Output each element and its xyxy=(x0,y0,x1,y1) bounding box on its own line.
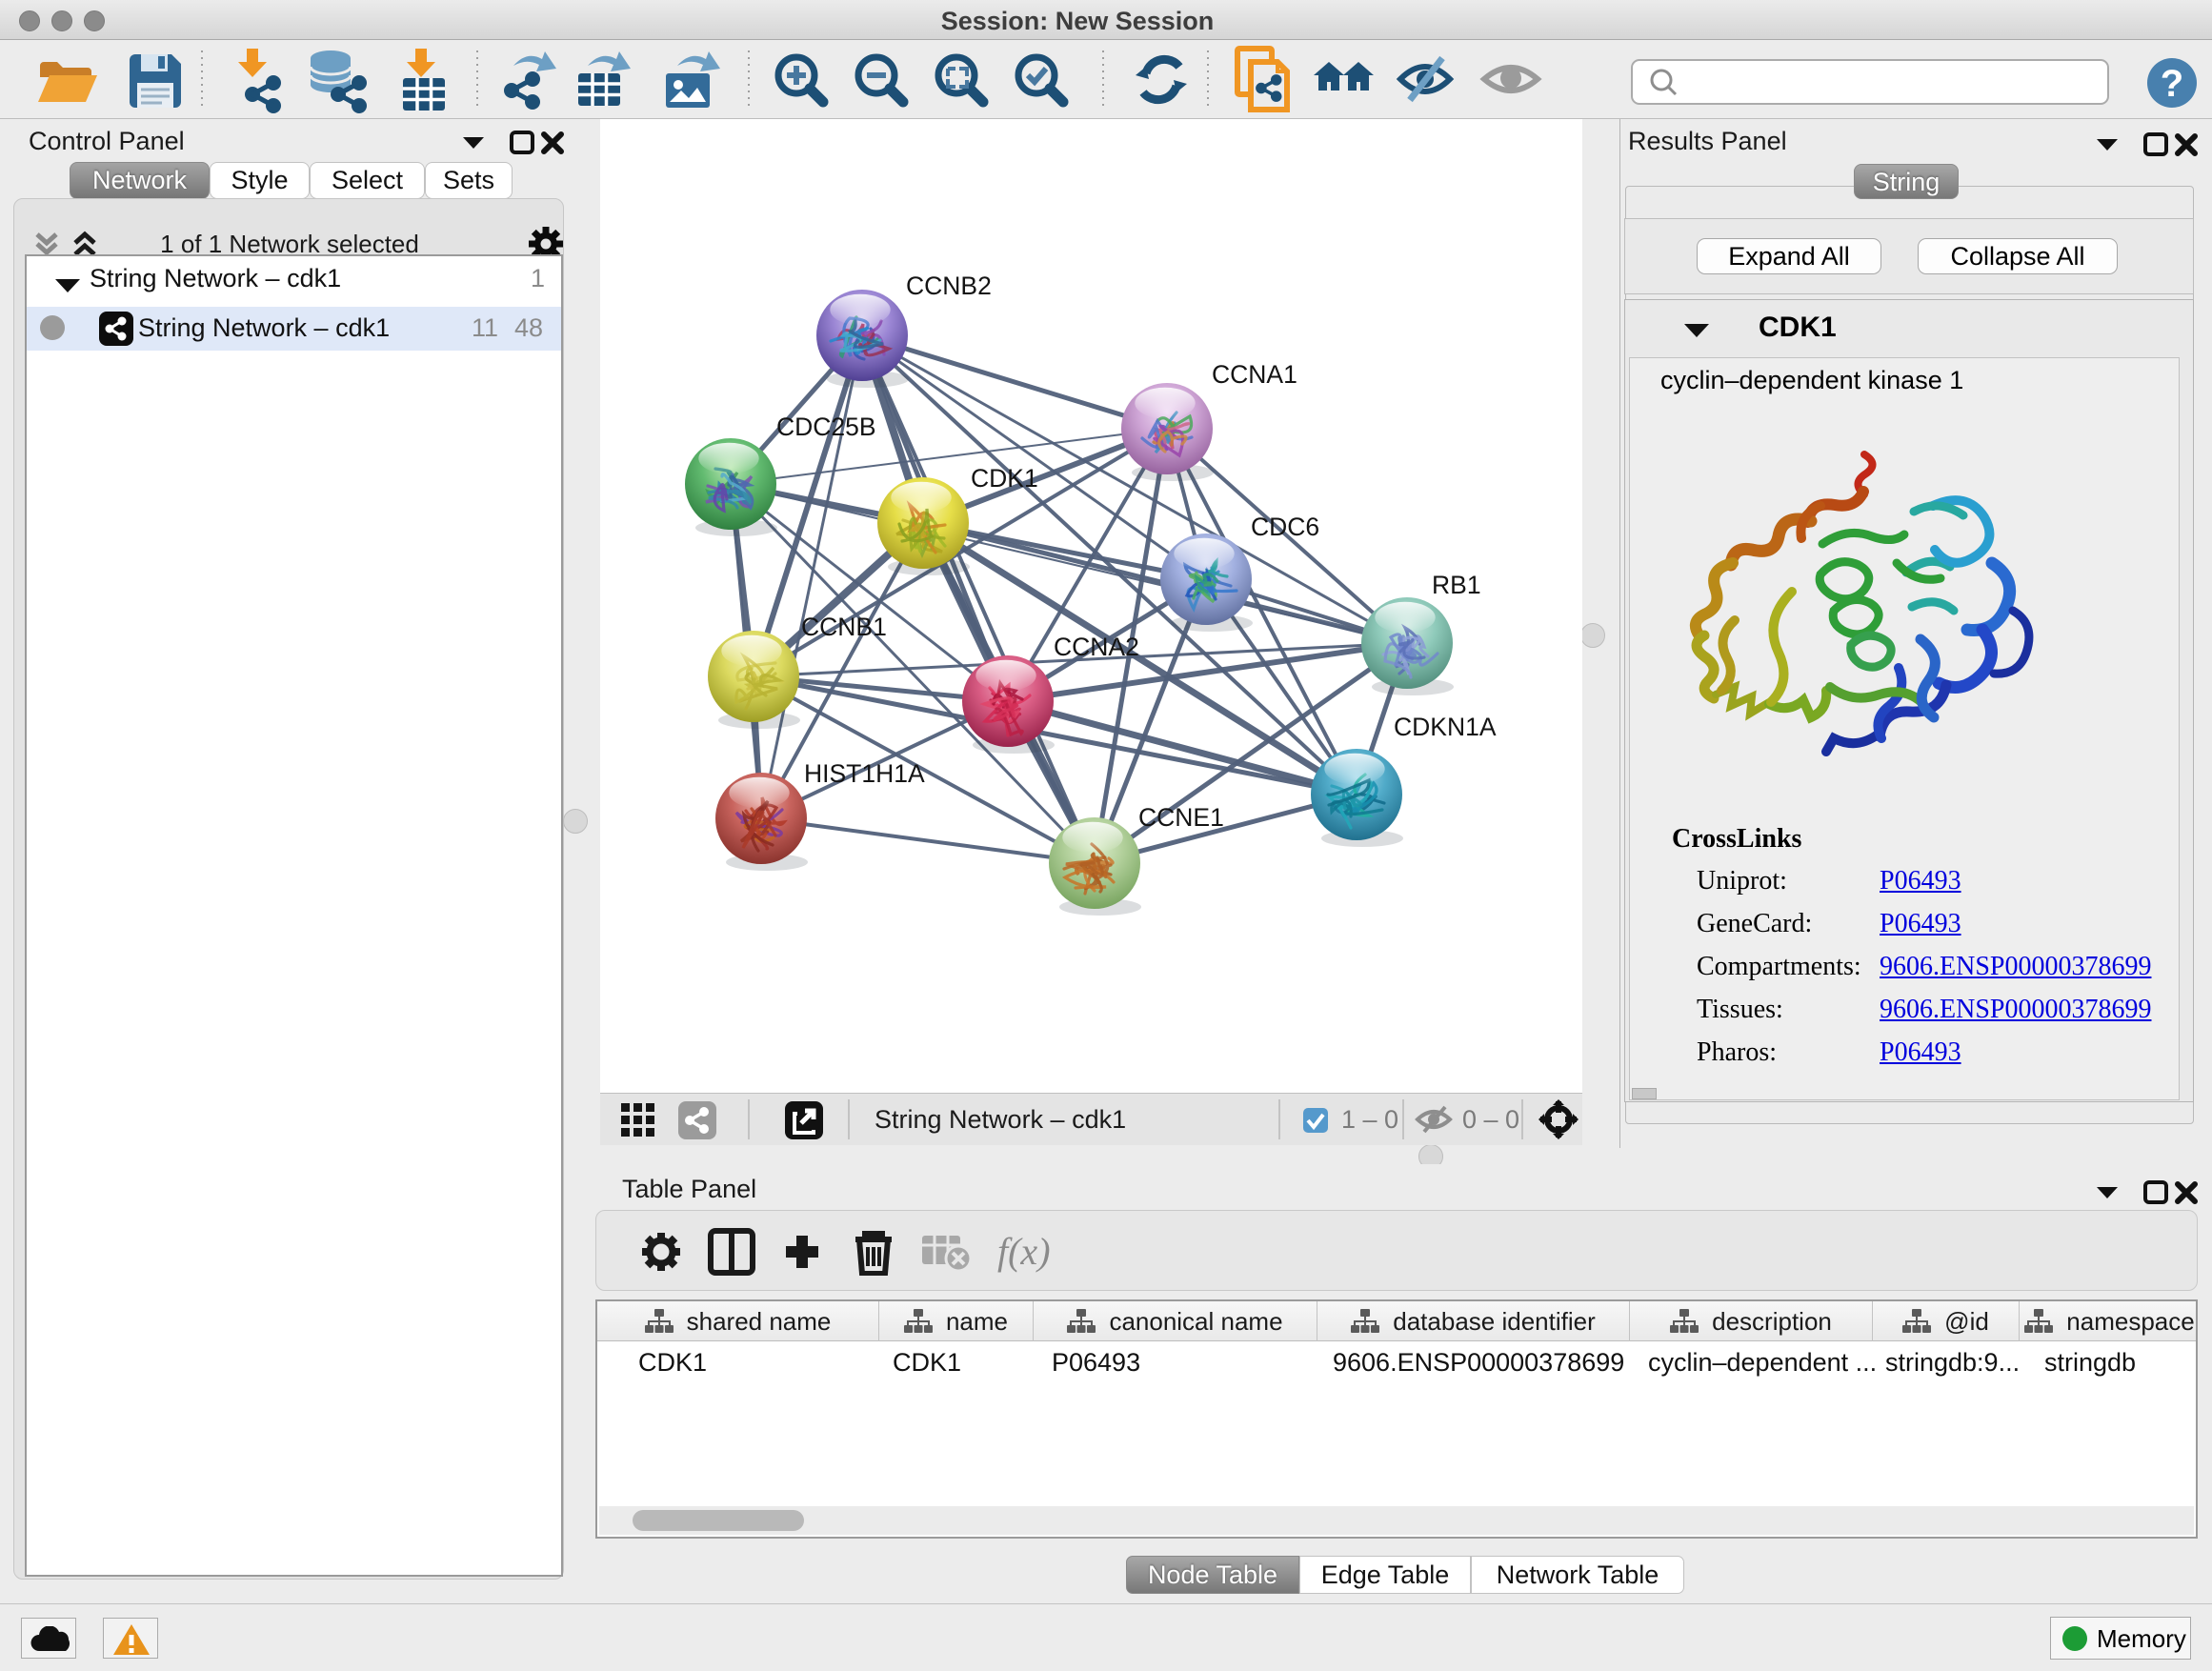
svg-text:CCNB2: CCNB2 xyxy=(906,272,992,300)
svg-text:?: ? xyxy=(2161,63,2183,105)
svg-text:CDK1: CDK1 xyxy=(971,464,1038,493)
svg-text:1 – 0: 1 – 0 xyxy=(1341,1105,1398,1134)
svg-text:CCNA1: CCNA1 xyxy=(1212,360,1297,389)
svg-text:HIST1H1A: HIST1H1A xyxy=(804,759,925,788)
svg-text:f(x): f(x) xyxy=(997,1230,1051,1273)
svg-text:CCNB1: CCNB1 xyxy=(801,613,887,641)
svg-text:String Network – cdk1: String Network – cdk1 xyxy=(875,1105,1126,1134)
svg-text:0 – 0: 0 – 0 xyxy=(1462,1105,1519,1134)
svg-text:CCNE1: CCNE1 xyxy=(1138,803,1224,832)
svg-text:CDC6: CDC6 xyxy=(1251,513,1319,541)
svg-text:CDC25B: CDC25B xyxy=(776,413,876,441)
svg-text:CDKN1A: CDKN1A xyxy=(1394,713,1497,741)
svg-text:RB1: RB1 xyxy=(1432,571,1481,599)
svg-text:CCNA2: CCNA2 xyxy=(1054,633,1139,661)
